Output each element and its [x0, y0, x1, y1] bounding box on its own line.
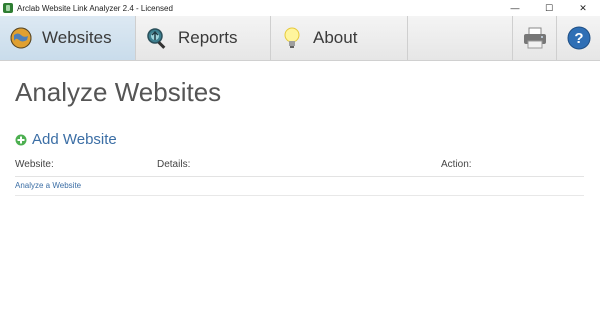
globe-icon	[10, 27, 32, 49]
window-controls: — ☐ ✕	[498, 0, 600, 16]
tab-label: About	[313, 28, 358, 47]
window-title: Arclab Website Link Analyzer 2.4 - Licen…	[17, 3, 173, 13]
printer-icon	[523, 27, 546, 49]
page-title: Analyze Websites	[15, 77, 222, 107]
title-bar: Arclab Website Link Analyzer 2.4 - Licen…	[0, 0, 600, 16]
table-header: Website: Details: Action:	[15, 158, 584, 177]
tab-label: Reports	[178, 28, 238, 47]
print-button[interactable]	[512, 16, 556, 60]
close-button[interactable]: ✕	[566, 0, 600, 16]
column-header-website: Website:	[15, 159, 54, 170]
app-icon	[3, 3, 13, 13]
main-toolbar: Websites Reports About ?	[0, 16, 600, 61]
maximize-button[interactable]: ☐	[532, 0, 566, 16]
analyze-website-link[interactable]: Analyze a Website	[15, 181, 81, 190]
column-header-action: Action:	[441, 159, 472, 170]
add-website-button[interactable]: Add Website	[15, 131, 117, 148]
help-button[interactable]: ?	[556, 16, 600, 60]
tab-label: Websites	[42, 28, 112, 47]
magnifier-icon	[147, 28, 166, 49]
lightbulb-icon	[284, 27, 300, 48]
column-header-details: Details:	[157, 159, 191, 170]
tab-reports[interactable]: Reports	[136, 16, 271, 60]
table-row: Analyze a Website	[15, 177, 584, 196]
add-website-label: Add Website	[32, 131, 117, 148]
svg-text:?: ?	[574, 30, 583, 47]
plus-circle-icon	[15, 134, 27, 145]
tab-websites[interactable]: Websites	[0, 16, 136, 60]
minimize-button[interactable]: —	[498, 0, 532, 16]
tab-about[interactable]: About	[271, 16, 408, 60]
help-icon: ?	[567, 26, 590, 50]
